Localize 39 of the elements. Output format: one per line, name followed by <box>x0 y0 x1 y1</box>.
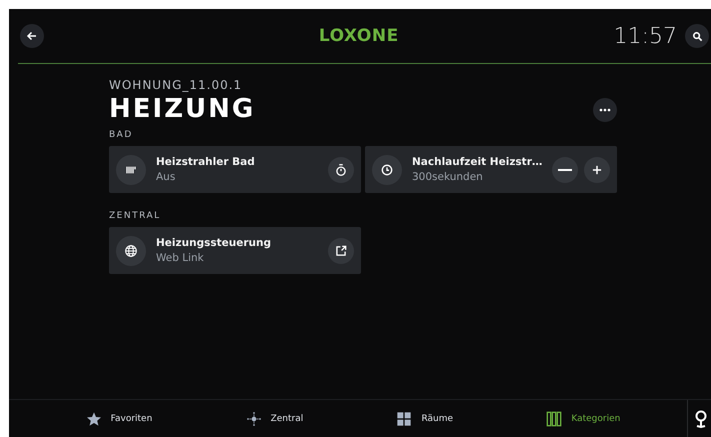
external-link-button[interactable] <box>328 238 354 264</box>
control-title: Heizstrahler Bad <box>156 156 255 168</box>
control-card[interactable]: Nachlaufzeit Heizstr… 300sekunden <box>365 146 617 193</box>
globe-icon <box>123 242 139 258</box>
control-card[interactable]: Heizstrahler Bad Aus <box>109 146 361 193</box>
nav-tab[interactable]: Räume <box>392 408 458 428</box>
control-state: Web Link <box>156 252 204 264</box>
control-state: Aus <box>156 171 176 183</box>
star-icon <box>86 410 102 426</box>
grid-icon <box>396 410 412 426</box>
back-arrow-icon <box>26 30 38 42</box>
minus-icon <box>558 168 572 170</box>
clock-icon <box>379 162 395 178</box>
minus-button[interactable] <box>552 156 578 182</box>
nav-tab[interactable]: Kategorien <box>542 408 624 428</box>
clock-time: 11:57 <box>614 24 677 48</box>
control-title: Heizungssteuerung <box>156 237 271 249</box>
more-button[interactable] <box>593 98 617 122</box>
control-card[interactable]: Heizungssteuerung Web Link <box>109 227 361 274</box>
hub-icon <box>246 410 262 426</box>
back-button[interactable] <box>20 24 44 48</box>
ellipsis-icon <box>599 108 611 112</box>
nav-tab[interactable]: Favoriten <box>82 408 156 428</box>
plus-button[interactable] <box>584 156 610 182</box>
stopwatch-icon <box>334 162 348 176</box>
control-title: Nachlaufzeit Heizstr… <box>412 156 542 168</box>
columns-icon <box>546 410 562 426</box>
nav-tab[interactable]: Zentral <box>242 408 308 428</box>
search-button[interactable] <box>685 24 709 48</box>
control-state: 300sekunden <box>412 171 483 183</box>
pin-icon <box>694 410 708 428</box>
page-title: HEIZUNG <box>109 94 256 124</box>
section-label: BAD <box>109 130 134 140</box>
timer-button[interactable] <box>328 156 354 182</box>
logo: LOXONE <box>318 26 399 46</box>
section-label: ZENTRAL <box>109 211 162 221</box>
search-icon <box>692 30 702 42</box>
external-link-icon <box>334 244 348 258</box>
room-name: WOHNUNG_11.00.1 <box>109 78 244 92</box>
